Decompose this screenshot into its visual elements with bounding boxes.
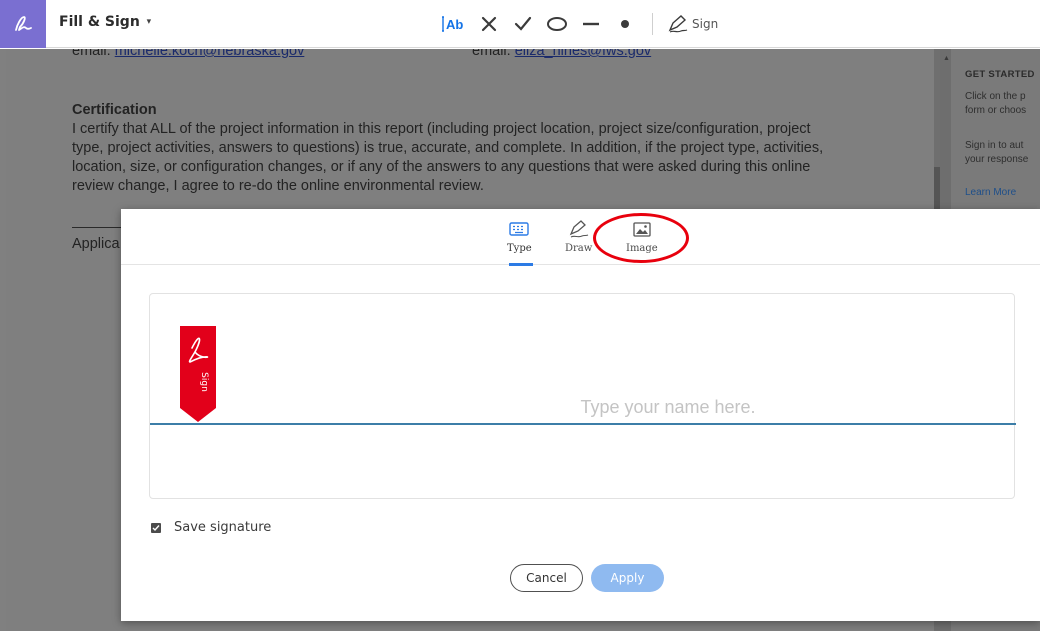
add-text-tool[interactable]: Ab [440, 10, 466, 38]
email-link-hines[interactable]: eliza_hines@fws.gov [515, 49, 651, 59]
top-toolbar: Fill & Sign ▾ Ab Sign [0, 0, 1040, 48]
pen-icon [569, 220, 588, 238]
signature-name-placeholder[interactable]: Type your name here. [150, 397, 1016, 418]
tab-type-label: Type [507, 243, 532, 254]
keyboard-icon [509, 222, 530, 236]
checkmark-icon [152, 524, 160, 531]
fill-sign-menu[interactable]: Fill & Sign ▾ [59, 14, 151, 30]
tab-draw[interactable]: Draw [565, 219, 592, 254]
applicant-label: Applica [72, 236, 120, 252]
cert-line: review change, I agree to re-do the onli… [72, 178, 484, 194]
check-mark-tool[interactable] [510, 10, 536, 38]
email-label: email: [72, 49, 115, 59]
tab-type[interactable]: Type [507, 219, 532, 254]
certification-text: I certify that ALL of the project inform… [72, 120, 872, 196]
checkmark-icon [514, 16, 532, 31]
dot-icon [621, 20, 629, 28]
dot-tool[interactable] [612, 10, 638, 38]
scroll-up-icon[interactable]: ▲ [943, 55, 950, 62]
toolbar-divider [652, 13, 653, 35]
fill-sign-title: Fill & Sign [59, 14, 140, 30]
chevron-down-icon: ▾ [146, 17, 152, 27]
cross-icon [481, 16, 497, 32]
email-label: email: [472, 49, 515, 59]
rp-line: Sign in to aut [965, 140, 1024, 151]
fill-sign-tools: Ab Sign [440, 10, 718, 38]
cross-mark-tool[interactable] [476, 10, 502, 38]
get-started-text: Click on the p form or choos [965, 90, 1026, 118]
ellipse-icon [547, 17, 567, 31]
cancel-button[interactable]: Cancel [510, 564, 583, 592]
learn-more-link[interactable]: Learn More [965, 186, 1016, 200]
save-signature-checkbox[interactable] [151, 522, 161, 533]
signature-tabs: Type Draw Image [121, 209, 1040, 266]
flag-sign-text: Sign [199, 372, 209, 392]
email-link-koch[interactable]: michelle.koch@nebraska.gov [115, 49, 305, 59]
circle-tool[interactable] [544, 10, 570, 38]
signature-input-area[interactable]: Sign Type your name here. [149, 293, 1016, 499]
email-row-1: email: michelle.koch@nebraska.gov [72, 49, 304, 61]
active-tab-indicator [509, 263, 533, 266]
sign-in-text: Sign in to aut your response [965, 139, 1028, 167]
save-signature-row[interactable]: Save signature [151, 520, 271, 535]
email-row-2: email: eliza_hines@fws.gov [472, 49, 651, 61]
signature-dialog: Type Draw Image Sign Type your name here… [121, 209, 1040, 621]
save-signature-label: Save signature [174, 520, 272, 535]
cert-line: type, project activities, answers to que… [72, 140, 824, 156]
rp-line: your response [965, 154, 1029, 165]
red-highlight-circle [593, 213, 689, 263]
get-started-heading: GET STARTED [965, 69, 1035, 80]
tab-draw-label: Draw [565, 243, 593, 254]
certification-heading: Certification [72, 102, 157, 118]
line-tool[interactable] [578, 10, 604, 38]
rp-line: form or choos [965, 105, 1027, 116]
sign-tool[interactable]: Sign [667, 10, 718, 38]
signature-baseline [150, 423, 1016, 425]
rp-line: Click on the p [965, 91, 1026, 102]
cert-line: location, size, or configuration changes… [72, 159, 811, 175]
line-icon [583, 22, 599, 26]
fill-sign-app-icon[interactable] [0, 0, 46, 48]
pen-icon [668, 15, 688, 33]
apply-button[interactable]: Apply [591, 564, 664, 592]
text-tool-label: Ab [446, 17, 463, 32]
cert-line: I certify that ALL of the project inform… [72, 121, 811, 137]
sign-tool-label: Sign [692, 17, 719, 31]
